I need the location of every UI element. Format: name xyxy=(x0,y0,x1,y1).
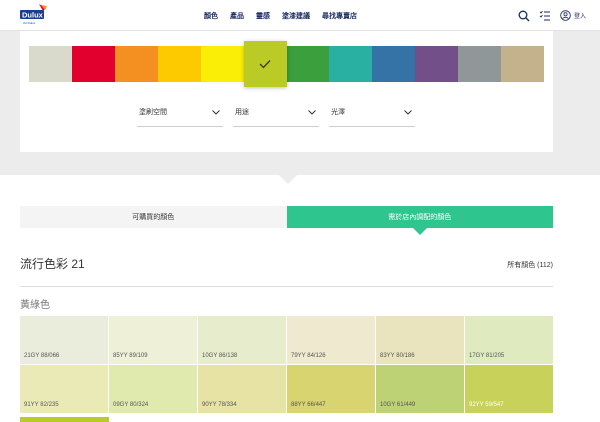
color-chip[interactable]: 09GY 80/324 xyxy=(109,365,197,413)
logo-sub: ICI Dulux xyxy=(23,21,36,25)
color-chip[interactable]: 90YY 78/334 xyxy=(198,365,286,413)
swatch-orange[interactable] xyxy=(114,46,158,82)
swatch-blue[interactable] xyxy=(372,46,416,82)
availability-tabs: 可購買的顏色 需於店內調配的顏色 xyxy=(20,206,553,235)
filter-card: 塗刷空間 用途 光澤 xyxy=(20,31,553,152)
list-icon[interactable] xyxy=(539,10,551,21)
user-icon xyxy=(560,10,571,21)
site-header: Dulux ICI Dulux 顏色 產品 靈感 塗漆建議 尋找專賣店 登入 xyxy=(0,0,600,31)
filter-room[interactable]: 塗刷空間 xyxy=(137,98,223,127)
color-chip-code: 90YY 78/334 xyxy=(202,402,237,408)
color-chip[interactable]: 10GY 61/449 xyxy=(376,365,464,413)
swatch-purple[interactable] xyxy=(415,46,459,82)
color-chip[interactable]: 10GY 86/138 xyxy=(198,316,286,364)
login-label: 登入 xyxy=(573,14,586,20)
swatch-beige[interactable] xyxy=(501,46,545,82)
color-chip-code: 10GY 86/138 xyxy=(202,353,238,359)
color-grid: 21GY 88/066 85YY 89/109 10GY 86/138 79YY 84… xyxy=(20,316,553,413)
color-chip[interactable]: 21GY 88/066 xyxy=(20,316,108,364)
all-colors-link[interactable]: 所有顏色 (112) xyxy=(507,260,553,270)
filter-room-label: 塗刷空間 xyxy=(139,109,167,116)
color-chip[interactable]: 92YY 59/547 xyxy=(465,365,553,413)
color-chip-code: 83YY 80/186 xyxy=(380,353,415,359)
color-family-swatches xyxy=(29,41,545,87)
swatch-teal[interactable] xyxy=(329,46,373,82)
color-chip-code: 92YY 59/547 xyxy=(469,402,504,408)
nav-inspiration[interactable]: 靈感 xyxy=(256,11,270,21)
chevron-down-icon xyxy=(212,109,220,115)
color-chip-code: 88YY 66/447 xyxy=(291,402,326,408)
swatch-yellow-green[interactable] xyxy=(243,41,287,87)
swatch-neutral[interactable] xyxy=(29,46,72,82)
color-chip-code: 91YY 82/235 xyxy=(24,402,59,408)
color-chip-code: 10GY 61/449 xyxy=(380,402,416,408)
logo-text: Dulux xyxy=(22,11,44,20)
filter-usage-label: 用途 xyxy=(235,109,249,116)
color-chip[interactable]: 88YY 66/447 xyxy=(287,365,375,413)
color-chip[interactable]: 17GY 81/205 xyxy=(465,316,553,364)
color-chip[interactable]: 79YY 84/126 xyxy=(287,316,375,364)
color-chip-code: 09GY 80/324 xyxy=(113,402,149,408)
panel-pointer xyxy=(279,175,297,184)
swatch-yellow[interactable] xyxy=(200,46,244,82)
swatch-green[interactable] xyxy=(286,46,330,82)
chevron-down-icon xyxy=(404,109,412,115)
nav-find-store[interactable]: 尋找專賣店 xyxy=(322,11,357,21)
main-nav: 顏色 產品 靈感 塗漆建議 尋找專賣店 xyxy=(204,0,357,31)
nav-products[interactable]: 產品 xyxy=(230,11,244,21)
search-icon[interactable] xyxy=(518,10,530,22)
swatch-amber[interactable] xyxy=(157,46,201,82)
swatch-red[interactable] xyxy=(71,46,115,82)
color-chip[interactable]: 83YY 80/186 xyxy=(376,316,464,364)
swatch-grey[interactable] xyxy=(458,46,502,82)
color-filter-panel: 塗刷空間 用途 光澤 xyxy=(0,31,600,175)
filter-usage[interactable]: 用途 xyxy=(233,98,319,127)
color-chip-code: 79YY 84/126 xyxy=(291,353,326,359)
filter-sheen-label: 光澤 xyxy=(331,109,345,116)
color-chip[interactable]: 85YY 89/109 xyxy=(109,316,197,364)
selected-family-strip xyxy=(20,417,109,422)
dulux-logo[interactable]: Dulux ICI Dulux xyxy=(19,2,49,28)
section-title: 流行色彩 21 xyxy=(20,257,85,271)
nav-painting-advice[interactable]: 塗漆建議 xyxy=(282,11,310,21)
tab-ready-mixed[interactable]: 可購買的顏色 xyxy=(20,206,287,228)
login-button[interactable]: 登入 xyxy=(560,10,586,21)
tab-tinted-in-store[interactable]: 需於店內調配的顏色 xyxy=(286,206,553,235)
color-chip-code: 85YY 89/109 xyxy=(113,353,148,359)
color-family-title: 黃綠色 xyxy=(20,300,50,311)
check-icon xyxy=(259,60,271,69)
chevron-down-icon xyxy=(308,109,316,115)
divider xyxy=(20,286,553,287)
filter-row: 塗刷空間 用途 光澤 xyxy=(137,98,415,127)
color-chip-code: 17GY 81/205 xyxy=(469,353,505,359)
header-actions: 登入 xyxy=(518,0,586,31)
color-chip-code: 21GY 88/066 xyxy=(24,353,60,359)
filter-sheen[interactable]: 光澤 xyxy=(329,98,415,127)
color-chip[interactable]: 91YY 82/235 xyxy=(20,365,108,413)
nav-colors[interactable]: 顏色 xyxy=(204,11,218,21)
